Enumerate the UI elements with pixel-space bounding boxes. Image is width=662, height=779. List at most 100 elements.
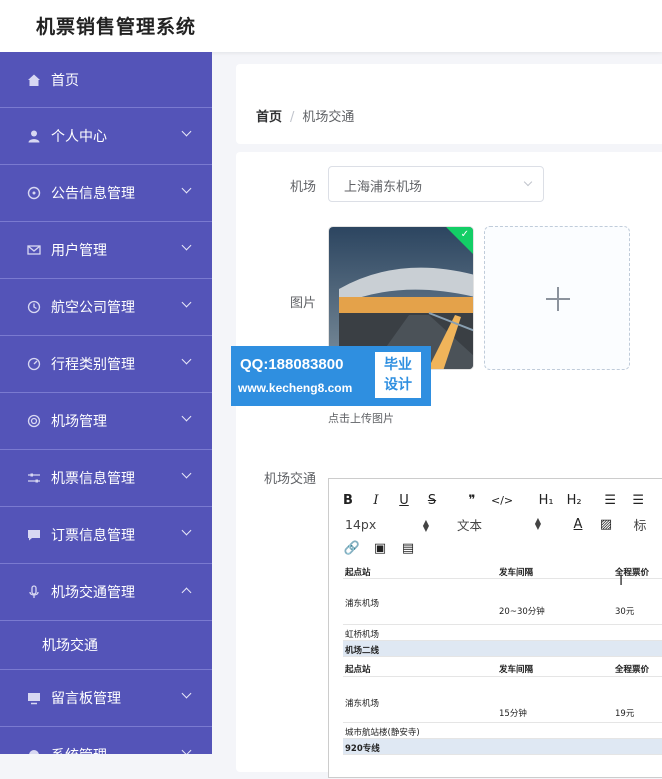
sidebar-item-label: 订票信息管理 xyxy=(51,528,135,544)
table-row: 机场二线 xyxy=(343,641,662,657)
submenu-item-airport-traffic[interactable]: 机场交通 xyxy=(0,621,212,670)
mic-icon xyxy=(26,584,42,600)
settings-icon xyxy=(26,747,42,754)
chevron-down-icon xyxy=(181,745,192,754)
sidebar-item-label: 系统管理 xyxy=(51,745,107,754)
sliders-icon xyxy=(26,470,42,486)
watermark: QQ:188083800 www.kecheng8.com 毕业 设计 xyxy=(231,346,431,406)
up-down-icon: ▲ ▼ xyxy=(422,517,429,533)
chevron-down-icon xyxy=(181,525,192,536)
chevron-down-icon xyxy=(181,688,192,699)
table-row: 浦东机场 20~30分钟 30元 xyxy=(343,579,662,625)
sidebar: 首页 个人中心 公告信息管理 用户管理 航空公司管理 行程类别管理 机场管理 机… xyxy=(0,52,212,754)
table-row: 920专线 xyxy=(343,739,662,755)
sidebar-item-airlines[interactable]: 航空公司管理 xyxy=(0,279,212,336)
target-icon xyxy=(26,413,42,429)
h1-button[interactable]: H₁ xyxy=(537,493,555,508)
chat-icon xyxy=(26,527,42,543)
sidebar-item-users[interactable]: 用户管理 xyxy=(0,222,212,279)
breadcrumb: 首页 / 机场交通 xyxy=(256,106,354,125)
image-upload-button[interactable] xyxy=(484,226,630,370)
sidebar-item-label: 机场交通管理 xyxy=(51,585,135,601)
text-cursor-icon: I xyxy=(619,573,624,589)
table-row: 浦东机场 15分钟 19元 xyxy=(343,677,662,723)
strike-button[interactable]: S xyxy=(423,493,441,508)
code-button[interactable]: </> xyxy=(491,494,513,507)
upload-hint: 点击上传图片 xyxy=(328,412,394,425)
sidebar-item-airports[interactable]: 机场管理 xyxy=(0,393,212,450)
chevron-down-icon xyxy=(181,297,192,308)
up-down-icon: ▲ ▼ xyxy=(534,515,541,531)
sidebar-item-label: 航空公司管理 xyxy=(51,300,135,316)
check-icon: ✓ xyxy=(460,229,469,240)
chevron-down-icon xyxy=(181,411,192,422)
home-icon xyxy=(26,72,42,88)
image-icon[interactable]: ▣ xyxy=(371,541,389,556)
sidebar-item-message-board[interactable]: 留言板管理 xyxy=(0,670,212,727)
sidebar-item-personal-center[interactable]: 个人中心 xyxy=(0,108,212,165)
mail-icon xyxy=(26,242,42,258)
sidebar-item-tickets[interactable]: 机票信息管理 xyxy=(0,450,212,507)
sidebar-item-home[interactable]: 首页 xyxy=(0,52,212,108)
chevron-down-icon xyxy=(181,468,192,479)
breadcrumb-home[interactable]: 首页 xyxy=(256,110,282,125)
sidebar-item-trip-category[interactable]: 行程类别管理 xyxy=(0,336,212,393)
editor-toolbar-row-1: B I U S ❞ </> H₁ H₂ ☰ ☰ xyxy=(329,487,647,513)
airport-select-value: 上海浦东机场 xyxy=(344,180,423,195)
breadcrumb-current: 机场交通 xyxy=(302,110,355,125)
sidebar-item-label: 机票信息管理 xyxy=(51,471,135,487)
table-row: 城市航站楼(静安寺) xyxy=(343,723,662,739)
user-icon xyxy=(26,128,42,144)
traffic-label: 机场交通 xyxy=(263,472,316,487)
monitor-icon xyxy=(26,690,42,706)
sidebar-item-announcement[interactable]: 公告信息管理 xyxy=(0,165,212,222)
font-color-button[interactable]: A xyxy=(569,517,587,532)
link-icon[interactable]: 🔗 xyxy=(343,541,361,556)
sidebar-item-label: 首页 xyxy=(51,72,79,89)
sidebar-item-label: 行程类别管理 xyxy=(51,357,135,373)
italic-button[interactable]: I xyxy=(367,493,385,508)
rich-text-editor[interactable]: B I U S ❞ </> H₁ H₂ ☰ ☰ 14px ▲ ▼ 文本 ▲ ▼ A ▨ … xyxy=(328,478,662,778)
chevron-up-icon xyxy=(181,587,192,598)
chevron-down-icon xyxy=(181,183,192,194)
breadcrumb-card: 首页 / 机场交通 xyxy=(236,64,662,144)
sidebar-item-label: 公告信息管理 xyxy=(51,186,135,202)
blockquote-button[interactable]: ❞ xyxy=(463,493,481,508)
font-type-select[interactable]: 文本 ▲ ▼ xyxy=(457,515,541,534)
table-row: 起点站 发车间隔 全程票价 xyxy=(343,657,662,677)
watermark-badge: 毕业 设计 xyxy=(375,352,421,398)
underline-button[interactable]: U xyxy=(395,493,413,508)
table-row: 虹桥机场 xyxy=(343,625,662,641)
editor-toolbar-row-2: 14px ▲ ▼ 文本 ▲ ▼ A ▨ 标 xyxy=(329,511,649,537)
background-color-icon[interactable]: ▨ xyxy=(597,517,615,532)
sidebar-item-label: 用户管理 xyxy=(51,243,107,259)
chevron-down-icon xyxy=(181,240,192,251)
breadcrumb-separator: / xyxy=(290,110,295,125)
clock-icon xyxy=(26,299,42,315)
chevron-down-icon xyxy=(523,177,533,187)
table-row: 起点站 发车间隔 全程票价 xyxy=(343,565,662,579)
watermark-line-2: www.kecheng8.com xyxy=(238,381,353,395)
main-content: 首页 / 机场交通 机场 上海浦东机场 图片 ✓ 点击上传图片 机场交通 B I… xyxy=(212,52,662,778)
editor-toolbar-row-3: 🔗 ▣ ▤ xyxy=(329,535,417,561)
sidebar-item-label: 机场管理 xyxy=(51,414,107,430)
ordered-list-icon[interactable]: ☰ xyxy=(601,493,619,508)
app-title: 机票销售管理系统 xyxy=(36,16,197,38)
sidebar-item-bookings[interactable]: 订票信息管理 xyxy=(0,507,212,564)
edit-form: 机场 上海浦东机场 图片 ✓ 点击上传图片 机场交通 B I U S ❞ </>… xyxy=(231,152,662,778)
h2-button[interactable]: H₂ xyxy=(565,493,583,508)
airport-label: 机场 xyxy=(289,180,316,195)
chevron-down-icon xyxy=(181,354,192,365)
gauge-icon xyxy=(26,356,42,372)
app-header: 机票销售管理系统 xyxy=(0,0,662,52)
heading-select[interactable]: 标 xyxy=(631,515,649,534)
bullet-list-icon[interactable]: ☰ xyxy=(629,493,647,508)
font-size-select[interactable]: 14px ▲ ▼ xyxy=(345,517,429,533)
sidebar-item-airport-traffic[interactable]: 机场交通管理 xyxy=(0,564,212,621)
sidebar-item-system[interactable]: 系统管理 xyxy=(0,727,212,754)
airport-select[interactable]: 上海浦东机场 xyxy=(328,166,544,202)
editor-content[interactable]: 起点站 发车间隔 全程票价 浦东机场 20~30分钟 30元 虹桥机场 机场二线… xyxy=(343,565,662,779)
video-icon[interactable]: ▤ xyxy=(399,541,417,556)
chevron-down-icon xyxy=(181,126,192,137)
bold-button[interactable]: B xyxy=(339,493,357,508)
